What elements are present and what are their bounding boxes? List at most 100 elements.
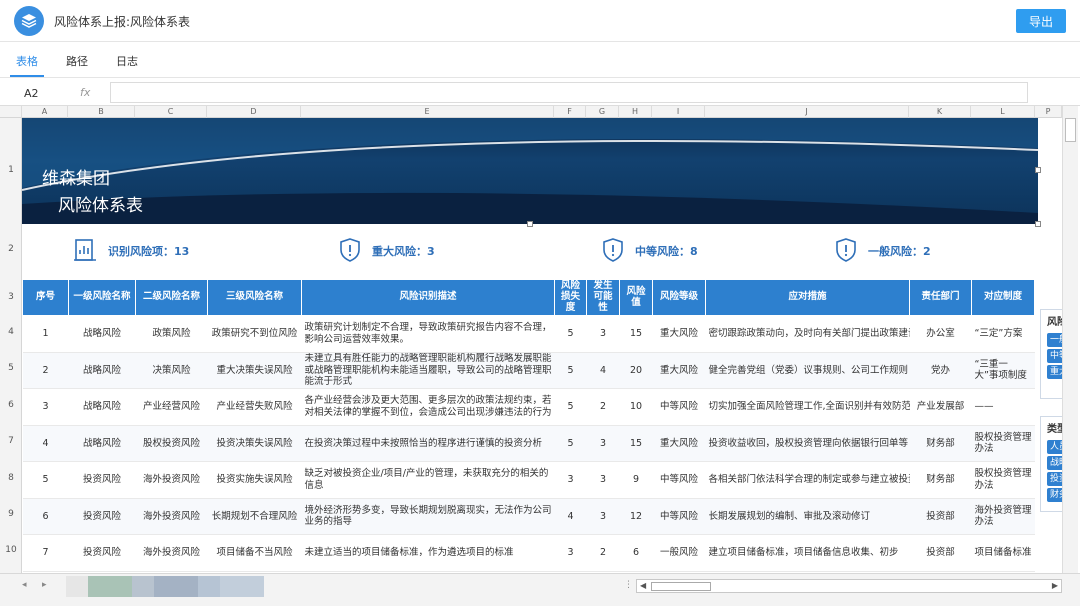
table-cell[interactable]: 6: [619, 534, 653, 572]
column-header[interactable]: B: [68, 106, 135, 118]
resize-handle[interactable]: [1035, 167, 1041, 173]
table-cell[interactable]: 2: [22, 352, 69, 389]
row-header[interactable]: 5: [0, 363, 22, 373]
table-header-cell[interactable]: 应对措施: [705, 279, 910, 316]
sheet-tab[interactable]: [220, 576, 264, 597]
table-cell[interactable]: 中等风险: [652, 461, 706, 499]
sheet-tab[interactable]: [66, 576, 88, 597]
table-header-cell[interactable]: 风险损失度: [554, 279, 587, 316]
table-header-cell[interactable]: 二级风险名称: [135, 279, 208, 316]
table-cell[interactable]: 1: [22, 315, 69, 353]
table-cell[interactable]: 项目储备标准: [971, 534, 1035, 572]
corner-cell[interactable]: [0, 106, 22, 118]
table-cell[interactable]: 投资风险: [68, 498, 136, 535]
table-cell[interactable]: 切实加强全面风险管理工作,全面识别并有效防范: [705, 388, 910, 426]
table-cell[interactable]: 4: [554, 498, 587, 535]
row-header[interactable]: 3: [0, 292, 22, 302]
table-cell[interactable]: 长期发展规划的编制、审批及滚动修订: [705, 498, 910, 535]
tab-path[interactable]: 路径: [66, 53, 88, 69]
cell-reference[interactable]: A2: [24, 87, 39, 100]
column-header[interactable]: A: [22, 106, 68, 118]
table-header-cell[interactable]: 对应制度: [971, 279, 1035, 316]
table-cell[interactable]: ——: [971, 388, 1035, 426]
column-header[interactable]: P: [1035, 106, 1062, 118]
table-cell[interactable]: 政策风险: [135, 315, 208, 353]
table-cell[interactable]: 海外投资风险: [135, 498, 208, 535]
export-button[interactable]: 导出: [1016, 9, 1066, 33]
table-cell[interactable]: 5: [554, 352, 587, 389]
table-cell[interactable]: 3: [586, 425, 620, 462]
table-cell[interactable]: “三定”方案: [971, 315, 1035, 353]
formula-input[interactable]: [110, 82, 1028, 103]
table-cell[interactable]: 5: [554, 388, 587, 426]
table-cell[interactable]: 海外投资风险: [135, 461, 208, 499]
table-header-cell[interactable]: 三级风险名称: [207, 279, 302, 316]
row-header[interactable]: 1: [0, 165, 22, 175]
table-cell[interactable]: 政策研究计划制定不合理，导致政策研究报告内容不合理，影响公司运营效率效果。: [301, 315, 555, 353]
table-cell[interactable]: 9: [619, 461, 653, 499]
table-cell[interactable]: 战略风险: [68, 352, 136, 389]
table-cell[interactable]: 战略风险: [68, 315, 136, 353]
column-header[interactable]: H: [619, 106, 652, 118]
table-cell[interactable]: 各产业经营会涉及更大范围、更多层次的政策法规约束，若对相关法律的掌握不到位，会造…: [301, 388, 555, 426]
table-cell[interactable]: 产业经营失败风险: [207, 388, 302, 426]
table-cell[interactable]: 战略风险: [68, 388, 136, 426]
table-cell[interactable]: 投资部: [909, 534, 972, 572]
table-cell[interactable]: 投资风险: [68, 534, 136, 572]
table-cell[interactable]: 4: [586, 352, 620, 389]
table-cell[interactable]: 未建立适当的项目储备标准，作为遴选项目的标准: [301, 534, 555, 572]
table-cell[interactable]: 5: [554, 315, 587, 353]
table-cell[interactable]: 3: [586, 315, 620, 353]
column-header[interactable]: J: [705, 106, 909, 118]
table-cell[interactable]: 3: [554, 461, 587, 499]
table-cell[interactable]: 投资部: [909, 498, 972, 535]
row-header[interactable]: 9: [0, 509, 22, 519]
table-cell[interactable]: 投资收益收回，股权投资管理向依据银行回单等: [705, 425, 910, 462]
tab-table[interactable]: 表格: [16, 53, 38, 69]
banner-image[interactable]: 维森集团 风险体系表: [22, 118, 1038, 224]
table-cell[interactable]: 党办: [909, 352, 972, 389]
table-cell[interactable]: 决策风险: [135, 352, 208, 389]
table-cell[interactable]: 在投资决策过程中未按照恰当的程序进行谨慎的投资分析: [301, 425, 555, 462]
table-header-cell[interactable]: 一级风险名称: [68, 279, 136, 316]
row-header[interactable]: 6: [0, 400, 22, 410]
table-cell[interactable]: 重大风险: [652, 352, 706, 389]
resize-handle[interactable]: [527, 221, 533, 227]
table-cell[interactable]: 投资决策失误风险: [207, 425, 302, 462]
sheet-tab[interactable]: [132, 576, 154, 597]
table-cell[interactable]: 重大决策失误风险: [207, 352, 302, 389]
scroll-left-icon[interactable]: ◀: [640, 581, 646, 590]
column-header[interactable]: L: [971, 106, 1035, 118]
table-cell[interactable]: “三重一大”事项制度: [971, 352, 1035, 389]
table-cell[interactable]: 各相关部门依法科学合理的制定或参与建立被投资: [705, 461, 910, 499]
table-cell[interactable]: 海外投资风险: [135, 534, 208, 572]
column-header[interactable]: D: [207, 106, 301, 118]
table-cell[interactable]: 战略风险: [68, 425, 136, 462]
table-header-cell[interactable]: 责任部门: [909, 279, 972, 316]
table-cell[interactable]: 股权投资管理办法: [971, 461, 1035, 499]
table-cell[interactable]: 财务部: [909, 461, 972, 499]
row-header[interactable]: 8: [0, 473, 22, 483]
table-cell[interactable]: 产业经营风险: [135, 388, 208, 426]
column-header[interactable]: E: [301, 106, 554, 118]
table-cell[interactable]: 重大风险: [652, 425, 706, 462]
table-cell[interactable]: 2: [586, 388, 620, 426]
table-header-cell[interactable]: 序号: [22, 279, 69, 316]
sheet-tab[interactable]: [154, 576, 198, 597]
table-cell[interactable]: 3: [22, 388, 69, 426]
resize-handle[interactable]: [1035, 221, 1041, 227]
column-header[interactable]: K: [909, 106, 971, 118]
table-cell[interactable]: 2: [586, 534, 620, 572]
table-cell[interactable]: 投资实施失误风险: [207, 461, 302, 499]
table-cell[interactable]: 未建立具有胜任能力的战略管理职能机构履行战略发展职能或战略管理职能机构未能适当履…: [301, 352, 555, 389]
table-cell[interactable]: 投资风险: [68, 461, 136, 499]
sheet-tab[interactable]: [88, 576, 132, 597]
table-cell[interactable]: 办公室: [909, 315, 972, 353]
row-header[interactable]: 2: [0, 244, 22, 254]
table-cell[interactable]: 4: [22, 425, 69, 462]
table-cell[interactable]: 15: [619, 315, 653, 353]
table-cell[interactable]: 项目储备不当风险: [207, 534, 302, 572]
column-header[interactable]: C: [135, 106, 207, 118]
sheet-tab[interactable]: [198, 576, 220, 597]
split-handle-icon[interactable]: ⋮: [624, 580, 633, 590]
